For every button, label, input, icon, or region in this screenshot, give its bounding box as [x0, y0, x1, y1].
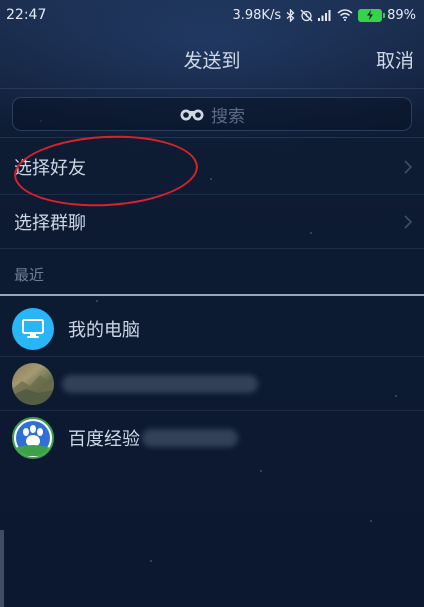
search-input[interactable]: 搜索	[12, 97, 412, 131]
chevron-right-icon	[404, 215, 412, 229]
select-groups-label: 选择群聊	[14, 213, 86, 234]
title-bar: 发送到 取消	[0, 30, 424, 88]
wifi-icon	[337, 9, 353, 21]
status-bar: 22:47 3.98K/s 89%	[0, 0, 424, 30]
computer-icon	[12, 308, 54, 350]
signal-icon	[318, 9, 332, 21]
contact-name: 我的电脑	[68, 320, 140, 341]
recent-section-label: 最近	[14, 266, 45, 284]
recent-section-divider	[0, 294, 424, 296]
blurred-name-suffix	[142, 429, 238, 447]
binoculars-icon	[179, 107, 205, 121]
baidu-paw-avatar	[12, 417, 54, 459]
search-bar: 搜索	[0, 88, 424, 138]
blurred-contact-name	[62, 375, 258, 393]
status-time: 22:47	[6, 7, 47, 23]
network-speed: 3.98K/s	[232, 7, 282, 23]
cancel-button[interactable]: 取消	[376, 46, 414, 73]
search-placeholder: 搜索	[211, 106, 245, 127]
star-decoration	[260, 470, 262, 472]
bluetooth-icon	[286, 8, 295, 22]
divider	[0, 248, 424, 249]
contact-blurred[interactable]	[0, 357, 424, 411]
edge-handle	[0, 530, 4, 607]
battery-percent: 89%	[387, 7, 416, 23]
battery-charging-icon	[358, 8, 386, 22]
photo-avatar	[12, 363, 54, 405]
star-decoration	[150, 560, 152, 562]
app-screen: 22:47 3.98K/s 89% 发送到 取消 搜索 选择好友 选择群聊 最近…	[0, 0, 424, 607]
chevron-right-icon	[404, 160, 412, 174]
alarm-off-icon	[300, 9, 313, 22]
contact-my-computer[interactable]: 我的电脑	[0, 302, 424, 356]
page-title: 发送到	[183, 50, 241, 72]
contact-name: 百度经验	[68, 429, 140, 450]
contact-baidu-jingyan[interactable]: 百度经验	[0, 411, 424, 465]
status-icons: 3.98K/s 89%	[232, 8, 416, 23]
star-decoration	[370, 520, 372, 522]
